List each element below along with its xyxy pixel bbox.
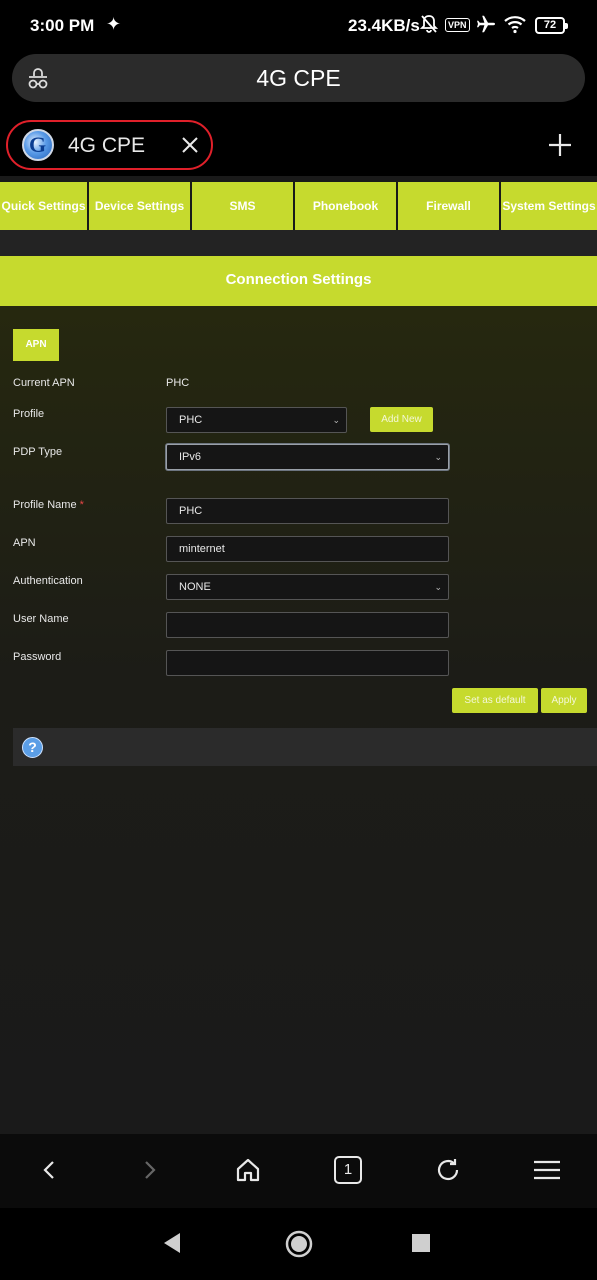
current-apn-value: PHC — [166, 377, 190, 389]
system-back-icon[interactable] — [162, 1232, 182, 1259]
home-icon[interactable] — [234, 1156, 262, 1189]
profile-name-input[interactable]: PHC — [166, 498, 449, 524]
main-nav-menu: Quick Settings Device Settings SMS Phone… — [0, 182, 597, 230]
status-bar: 3:00 PM ✦ 23.4KB/s VPN 72 — [0, 0, 597, 52]
add-new-button[interactable]: Add New — [370, 407, 433, 432]
chevron-down-icon: ⌄ — [434, 582, 442, 592]
system-home-icon[interactable] — [285, 1230, 313, 1263]
sparkle-icon: ✦ — [106, 14, 122, 34]
nav-sms[interactable]: SMS — [192, 182, 295, 230]
authentication-select[interactable]: NONE ⌄ — [166, 574, 449, 600]
browser-toolbar: 1 — [0, 1134, 597, 1208]
favicon-letter: G — [29, 132, 47, 157]
profile-name-label-text: Profile Name — [13, 499, 77, 511]
bell-muted-icon — [419, 14, 439, 39]
wifi-icon — [503, 14, 527, 39]
set-as-default-button[interactable]: Set as default — [452, 688, 538, 713]
profile-name-value: PHC — [179, 505, 203, 517]
help-icon[interactable]: ? — [22, 737, 43, 758]
nav-device-settings[interactable]: Device Settings — [89, 182, 192, 230]
chevron-down-icon: ⌄ — [332, 415, 340, 425]
profile-select-value: PHC — [179, 414, 203, 426]
nav-firewall[interactable]: Firewall — [398, 182, 501, 230]
browser-tab[interactable]: G 4G CPE — [6, 120, 213, 170]
tab-title: 4G CPE — [68, 134, 146, 157]
menu-icon[interactable] — [532, 1156, 562, 1189]
apn-input[interactable]: minternet — [166, 536, 449, 562]
apn-tab-button[interactable]: APN — [13, 329, 59, 361]
site-favicon-icon: G — [22, 129, 54, 161]
forward-icon[interactable] — [137, 1156, 161, 1189]
status-time: 3:00 PM — [30, 16, 95, 35]
url-text[interactable]: 4G CPE — [12, 65, 585, 92]
authentication-label: Authentication — [13, 575, 83, 587]
apn-value: minternet — [179, 543, 225, 555]
username-label: User Name — [13, 613, 69, 625]
nav-quick-settings[interactable]: Quick Settings — [0, 182, 89, 230]
required-mark: * — [79, 499, 84, 511]
nav-system-settings[interactable]: System Settings — [501, 182, 597, 230]
pdp-type-label: PDP Type — [13, 446, 63, 458]
battery-icon: 72 — [535, 17, 568, 34]
menu-divider — [0, 230, 597, 256]
airplane-icon — [476, 14, 496, 39]
username-input[interactable] — [166, 612, 449, 638]
system-navigation-bar — [0, 1208, 597, 1280]
chevron-down-icon: ⌄ — [434, 452, 442, 462]
phone-screen: 3:00 PM ✦ 23.4KB/s VPN 72 4G CPE G 4G CP… — [0, 0, 597, 1280]
vpn-icon: VPN — [445, 18, 470, 32]
apn-settings-panel: APN Current APN PHC Profile PHC ⌄ Add Ne… — [0, 306, 597, 1134]
tab-count-icon[interactable]: 1 — [334, 1156, 362, 1184]
reload-icon[interactable] — [434, 1156, 462, 1189]
password-label: Password — [13, 651, 62, 663]
help-bar: ? — [13, 728, 597, 766]
password-input[interactable] — [166, 650, 449, 676]
pdp-type-select-value: IPv6 — [179, 451, 202, 463]
pdp-type-select[interactable]: IPv6 ⌄ — [166, 444, 449, 470]
system-recents-icon[interactable] — [412, 1234, 430, 1257]
apply-button[interactable]: Apply — [541, 688, 587, 713]
profile-name-label: Profile Name * — [13, 499, 84, 511]
web-content: Quick Settings Device Settings SMS Phone… — [0, 176, 597, 1134]
profile-label: Profile — [13, 408, 45, 420]
authentication-value: NONE — [179, 581, 211, 593]
close-tab-icon[interactable] — [180, 135, 200, 160]
address-bar[interactable]: 4G CPE — [12, 54, 585, 102]
new-tab-icon[interactable] — [546, 131, 574, 164]
nav-phonebook[interactable]: Phonebook — [295, 182, 398, 230]
profile-select[interactable]: PHC ⌄ — [166, 407, 347, 433]
network-speed: 23.4KB/s — [348, 16, 420, 35]
apn-label: APN — [13, 537, 36, 549]
back-icon[interactable] — [38, 1156, 62, 1189]
section-title: Connection Settings — [0, 256, 597, 306]
current-apn-label: Current APN — [13, 377, 75, 389]
